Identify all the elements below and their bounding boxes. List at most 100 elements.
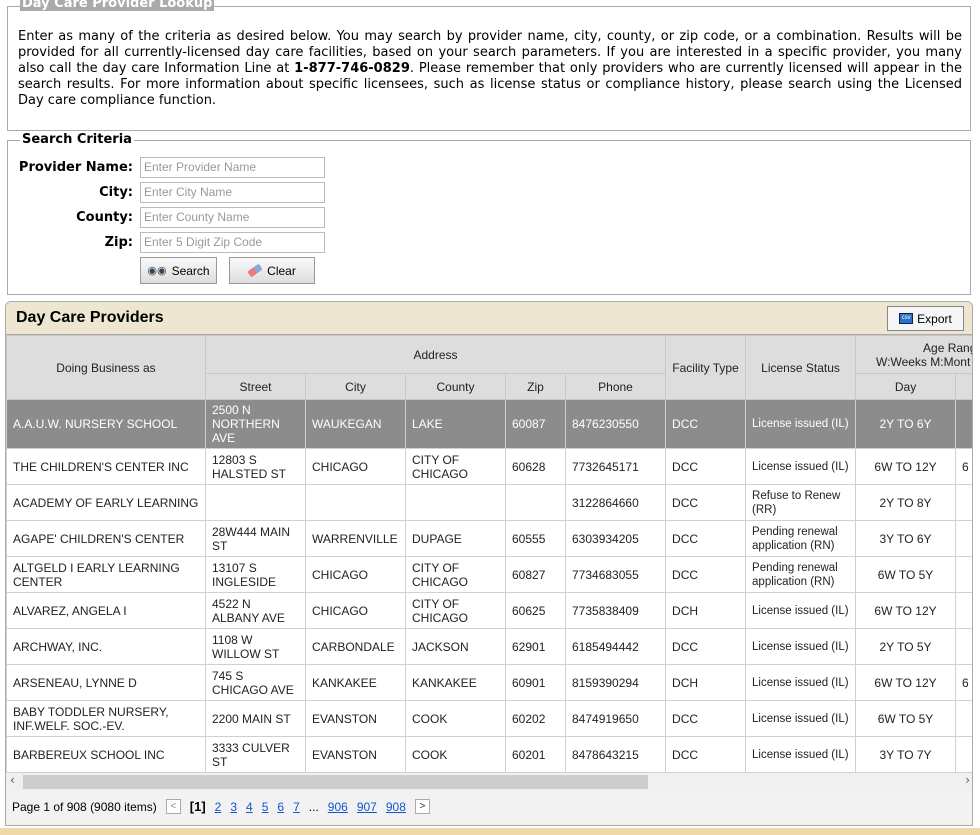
cell-day: 6W TO 5Y — [855, 556, 957, 593]
scroll-right-icon[interactable]: › — [965, 773, 970, 787]
cell-facility: DCC — [665, 628, 747, 665]
cell-street: 13107 S INGLESIDE — [205, 556, 306, 593]
cell-street: 4522 N ALBANY AVE — [205, 592, 306, 629]
table-row[interactable]: BABY TODDLER NURSERY, INF.WELF. SOC.-EV.… — [6, 700, 972, 737]
cell-facility: DCH — [665, 592, 747, 629]
cell-phone: 8476230550 — [564, 399, 667, 449]
zip-label: Zip: — [104, 234, 133, 250]
cell-street: 28W444 MAIN ST — [205, 520, 306, 557]
cell-facility: DCC — [665, 448, 747, 485]
cell-license: License issued (IL) — [745, 592, 857, 629]
search-criteria-section: Search Criteria Provider Name: City: Cou… — [7, 133, 971, 295]
binoculars-icon: ◉◉ — [147, 265, 167, 277]
age-range-sub: W:Weeks M:Mont — [876, 354, 971, 369]
scrollbar-thumb[interactable] — [23, 775, 648, 789]
col-street[interactable]: Street — [205, 373, 306, 400]
cell-zip: 60901 — [505, 664, 566, 701]
table-row[interactable]: THE CHILDREN'S CENTER INC 12803 S HALSTED… — [6, 448, 972, 485]
clear-button[interactable]: Clear — [229, 257, 315, 284]
cell-street: 2500 N NORTHERN AVE — [205, 399, 306, 449]
cell-license: Refuse to Renew (RR) — [745, 484, 857, 521]
col-dba[interactable]: Doing Business as — [6, 335, 206, 400]
zip-input[interactable] — [140, 231, 325, 253]
cell-city: CARBONDALE — [305, 628, 406, 665]
page-link[interactable]: 6 — [277, 800, 284, 814]
cell-day: 6W TO 12Y — [855, 592, 957, 629]
page-link[interactable]: 908 — [386, 800, 406, 814]
criteria-title: Search Criteria — [20, 132, 134, 147]
col-day[interactable]: Day — [855, 373, 957, 400]
cell-city: EVANSTON — [305, 700, 406, 737]
cell-county: CITY OF CHICAGO — [405, 592, 506, 629]
cell-dba: AGAPE' CHILDREN'S CENTER — [6, 520, 206, 557]
provider-name-input[interactable] — [140, 156, 325, 178]
cell-next — [955, 700, 972, 737]
table-row[interactable]: A.A.U.W. NURSERY SCHOOL 2500 N NORTHERN A… — [6, 399, 972, 449]
age-range-label: Age Rang — [923, 340, 973, 355]
cell-dba: BABY TODDLER NURSERY, INF.WELF. SOC.-EV. — [6, 700, 206, 737]
cell-facility: DCC — [665, 736, 747, 773]
city-input[interactable] — [140, 181, 325, 203]
col-county[interactable]: County — [405, 373, 506, 400]
next-page-button[interactable]: > — [414, 799, 430, 814]
table-row[interactable]: ALVAREZ, ANGELA I 4522 N ALBANY AVE CHICAG… — [6, 592, 972, 629]
cell-next — [955, 484, 972, 521]
horizontal-scrollbar[interactable]: ‹ › — [6, 773, 972, 791]
cell-street: 745 S CHICAGO AVE — [205, 664, 306, 701]
cell-zip: 60202 — [505, 700, 566, 737]
cell-city: EVANSTON — [305, 736, 406, 773]
cell-next — [955, 592, 972, 629]
cell-facility: DCC — [665, 520, 747, 557]
cell-license: License issued (IL) — [745, 448, 857, 485]
clear-button-label: Clear — [267, 263, 296, 278]
county-input[interactable] — [140, 206, 325, 228]
page-link[interactable]: 7 — [293, 800, 300, 814]
prev-page-button[interactable]: < — [165, 799, 181, 814]
cell-zip: 60555 — [505, 520, 566, 557]
col-next[interactable] — [955, 373, 972, 400]
table-row[interactable]: ARCHWAY, INC. 1108 W WILLOW ST CARBONDALE J… — [6, 628, 972, 665]
pager-ellipsis: ... — [308, 799, 319, 814]
col-zip[interactable]: Zip — [505, 373, 566, 400]
table-row[interactable]: AGAPE' CHILDREN'S CENTER 28W444 MAIN ST WA… — [6, 520, 972, 557]
cell-zip: 60087 — [505, 399, 566, 449]
col-facility-type[interactable]: Facility Type — [665, 335, 747, 400]
provider-name-label: Provider Name: — [18, 159, 133, 175]
table-row[interactable]: ACADEMY OF EARLY LEARNING 3122864660 DCC Re… — [6, 484, 972, 521]
scroll-left-icon[interactable]: ‹ — [10, 773, 15, 787]
page-link[interactable]: 4 — [246, 800, 253, 814]
cell-dba: ALVAREZ, ANGELA I — [6, 592, 206, 629]
cell-dba: THE CHILDREN'S CENTER INC — [6, 448, 206, 485]
search-button[interactable]: ◉◉ Search — [140, 257, 217, 284]
col-phone[interactable]: Phone — [564, 373, 667, 400]
cell-county: COOK — [405, 736, 506, 773]
page-link[interactable]: 5 — [262, 800, 269, 814]
cell-dba: ARSENEAU, LYNNE D — [6, 664, 206, 701]
page-link[interactable]: 3 — [230, 800, 237, 814]
cell-zip: 60201 — [505, 736, 566, 773]
col-license-status[interactable]: License Status — [745, 335, 857, 400]
cell-street — [205, 484, 306, 521]
page-link[interactable]: 2 — [215, 800, 222, 814]
table-row[interactable]: ARSENEAU, LYNNE D 745 S CHICAGO AVE KANKAK… — [6, 664, 972, 701]
cell-county: LAKE — [405, 399, 506, 449]
cell-phone: 6185494442 — [564, 628, 667, 665]
cell-next — [955, 556, 972, 593]
page-link[interactable]: 907 — [357, 800, 377, 814]
table-row[interactable]: BARBEREUX SCHOOL INC 3333 CULVER ST EVANST… — [6, 736, 972, 773]
cell-dba: ACADEMY OF EARLY LEARNING — [6, 484, 206, 521]
cell-dba: ALTGELD I EARLY LEARNING CENTER — [6, 556, 206, 593]
cell-day: 6W TO 12Y — [855, 664, 957, 701]
provider-name-row: Provider Name: — [8, 156, 325, 178]
county-row: County: — [8, 206, 325, 228]
cell-day: 2Y TO 6Y — [855, 399, 957, 449]
col-city[interactable]: City — [305, 373, 406, 400]
cell-day: 6W TO 5Y — [855, 700, 957, 737]
cell-county: JACKSON — [405, 628, 506, 665]
cell-day: 2Y TO 5Y — [855, 628, 957, 665]
table-row[interactable]: ALTGELD I EARLY LEARNING CENTER 13107 S I… — [6, 556, 972, 593]
page-link[interactable]: 906 — [328, 800, 348, 814]
grid-body: Doing Business as Address Facility Type … — [6, 335, 973, 773]
cell-street: 12803 S HALSTED ST — [205, 448, 306, 485]
export-button[interactable]: csv Export — [887, 306, 964, 331]
